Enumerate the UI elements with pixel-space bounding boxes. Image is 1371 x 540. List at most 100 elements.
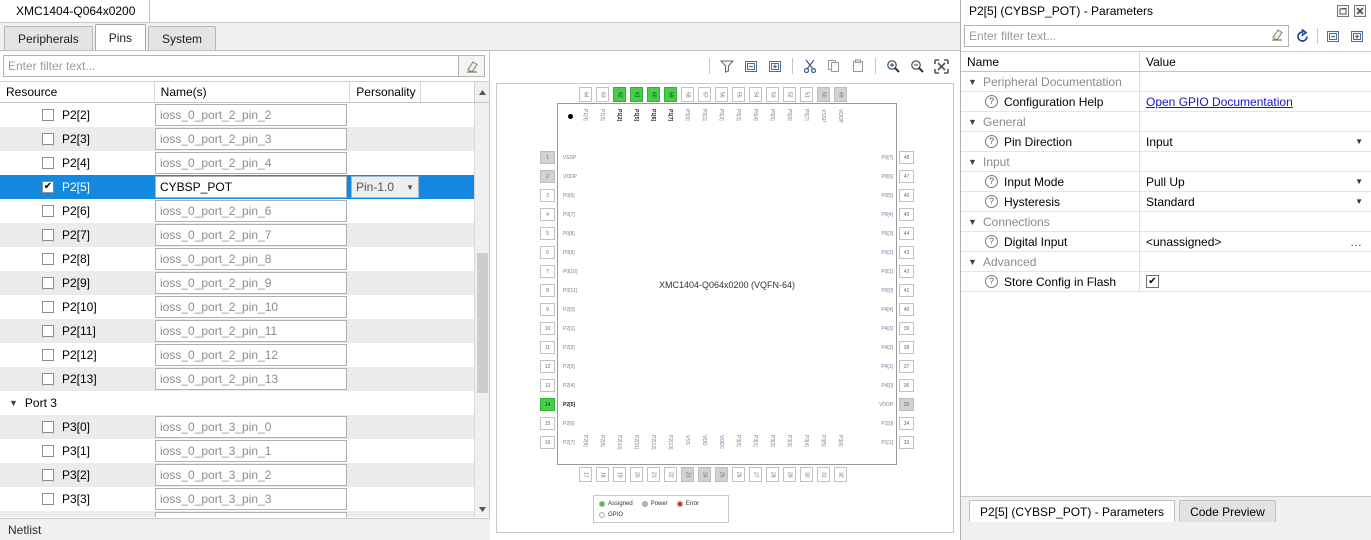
column-header-personality[interactable]: Personality bbox=[350, 82, 422, 102]
chip-pad-top-55[interactable]: 55 bbox=[732, 87, 745, 102]
chip-pad-bottom-30[interactable]: 30 bbox=[800, 467, 813, 482]
chip-pad-left-11[interactable]: 11 bbox=[540, 341, 555, 354]
pin-enable-checkbox[interactable] bbox=[42, 469, 54, 481]
chevron-down-icon[interactable]: ▼ bbox=[968, 217, 978, 227]
chip-diagram[interactable]: XMC1404-Q064x0200 (VQFN-64) 1 VSSP 2 VDDP 3 P… bbox=[496, 83, 954, 533]
parameter-row[interactable]: ? Digital Input <unassigned>… bbox=[961, 232, 1371, 252]
chip-pad-right-37[interactable]: 37 bbox=[899, 360, 914, 373]
parameter-row[interactable]: ? Configuration Help Open GPIO Documentati… bbox=[961, 92, 1371, 112]
zoom-in-icon[interactable] bbox=[882, 55, 904, 77]
parameter-connection[interactable]: <unassigned>… bbox=[1146, 235, 1371, 249]
tab-peripherals[interactable]: Peripherals bbox=[4, 26, 93, 50]
chip-pad-left-15[interactable]: 15 bbox=[540, 417, 555, 430]
table-row[interactable]: P2[3] ioss_0_port_2_pin_3 bbox=[0, 127, 475, 151]
chip-pad-bottom-24[interactable]: 24 bbox=[698, 467, 711, 482]
copy-icon[interactable] bbox=[823, 55, 845, 77]
chevron-down-icon[interactable]: ▼ bbox=[968, 77, 978, 87]
chip-pad-left-9[interactable]: 9 bbox=[540, 303, 555, 316]
column-header-value[interactable]: Value bbox=[1140, 52, 1371, 71]
table-row[interactable]: P2[2] ioss_0_port_2_pin_2 bbox=[0, 103, 475, 127]
table-row[interactable]: P3[1] ioss_0_port_3_pin_1 bbox=[0, 439, 475, 463]
chip-pad-bottom-23[interactable]: 23 bbox=[681, 467, 694, 482]
chip-pad-right-44[interactable]: 44 bbox=[899, 227, 914, 240]
expand-all-icon[interactable] bbox=[764, 55, 786, 77]
chip-pad-right-36[interactable]: 36 bbox=[899, 379, 914, 392]
fit-to-window-icon[interactable] bbox=[930, 55, 952, 77]
pin-name-input[interactable]: ioss_0_port_2_pin_6 bbox=[155, 200, 347, 222]
pin-name-input[interactable]: ioss_0_port_3_pin_2 bbox=[155, 464, 347, 486]
chip-pad-top-59[interactable]: 59 bbox=[664, 87, 677, 102]
tab-system[interactable]: System bbox=[148, 26, 217, 50]
parameter-row[interactable]: ? Pin Direction Input ▼ bbox=[961, 132, 1371, 152]
parameter-group-row[interactable]: ▼ Input bbox=[961, 152, 1371, 172]
chip-pad-left-8[interactable]: 8 bbox=[540, 284, 555, 297]
chip-pad-left-16[interactable]: 16 bbox=[540, 436, 555, 449]
chip-pad-top-63[interactable]: 63 bbox=[596, 87, 609, 102]
pin-enable-checkbox[interactable] bbox=[42, 349, 54, 361]
table-row[interactable]: P3[3] ioss_0_port_3_pin_3 bbox=[0, 487, 475, 511]
chip-pad-bottom-32[interactable]: 32 bbox=[834, 467, 847, 482]
pin-enable-checkbox[interactable] bbox=[42, 133, 54, 145]
chip-pad-bottom-18[interactable]: 18 bbox=[596, 467, 609, 482]
chip-pad-left-6[interactable]: 6 bbox=[540, 246, 555, 259]
table-row[interactable]: P2[4] ioss_0_port_2_pin_4 bbox=[0, 151, 475, 175]
chevron-down-icon[interactable]: ▼ bbox=[406, 183, 414, 192]
tab-parameters[interactable]: P2[5] (CYBSP_POT) - Parameters bbox=[969, 500, 1176, 522]
eraser-icon[interactable] bbox=[459, 55, 485, 77]
pin-name-input[interactable]: ioss_0_port_2_pin_7 bbox=[155, 224, 347, 246]
pin-name-input[interactable]: ioss_0_port_2_pin_3 bbox=[155, 128, 347, 150]
pin-enable-checkbox[interactable] bbox=[42, 421, 54, 433]
pin-enable-checkbox[interactable]: ✔ bbox=[42, 181, 54, 193]
eraser-icon[interactable] bbox=[1270, 28, 1284, 44]
document-tab[interactable]: XMC1404-Q064x0200 bbox=[0, 0, 151, 22]
chip-pad-top-54[interactable]: 54 bbox=[749, 87, 762, 102]
chevron-down-icon[interactable]: ▼ bbox=[9, 398, 18, 408]
pin-name-input[interactable]: ioss_0_port_3_pin_1 bbox=[155, 440, 347, 462]
pin-name-input[interactable]: ioss_0_port_2_pin_12 bbox=[155, 344, 347, 366]
column-header-names[interactable]: Name(s) bbox=[155, 82, 351, 102]
chip-pad-bottom-22[interactable]: 22 bbox=[664, 467, 677, 482]
chip-pad-top-49[interactable]: 49 bbox=[834, 87, 847, 102]
scroll-up-button[interactable] bbox=[474, 82, 489, 102]
parameter-dropdown[interactable]: Input ▼ bbox=[1146, 135, 1371, 149]
pin-enable-checkbox[interactable] bbox=[42, 373, 54, 385]
table-row[interactable]: P2[6] ioss_0_port_2_pin_6 bbox=[0, 199, 475, 223]
pin-name-input[interactable]: ioss_0_port_2_pin_9 bbox=[155, 272, 347, 294]
table-row[interactable]: P2[10] ioss_0_port_2_pin_10 bbox=[0, 295, 475, 319]
chevron-down-icon[interactable]: ▼ bbox=[968, 117, 978, 127]
chip-pad-left-5[interactable]: 5 bbox=[540, 227, 555, 240]
refresh-icon[interactable] bbox=[1291, 25, 1313, 47]
parameters-filter-input[interactable]: Enter filter text... bbox=[964, 25, 1289, 47]
chip-pad-right-40[interactable]: 40 bbox=[899, 303, 914, 316]
help-icon[interactable]: ? bbox=[985, 95, 998, 108]
help-icon[interactable]: ? bbox=[985, 275, 998, 288]
table-row[interactable]: P2[13] ioss_0_port_2_pin_13 bbox=[0, 367, 475, 391]
scroll-down-button[interactable] bbox=[475, 502, 489, 517]
chip-pad-right-38[interactable]: 38 bbox=[899, 341, 914, 354]
pins-filter-input[interactable]: Enter filter text... bbox=[3, 55, 459, 77]
table-row[interactable]: P3[2] ioss_0_port_3_pin_2 bbox=[0, 463, 475, 487]
chip-pad-left-2[interactable]: 2 bbox=[540, 170, 555, 183]
chip-pad-top-60[interactable]: 60 bbox=[647, 87, 660, 102]
pin-name-input[interactable]: CYBSP_POT bbox=[155, 176, 347, 198]
pin-enable-checkbox[interactable] bbox=[42, 301, 54, 313]
chip-pad-top-51[interactable]: 51 bbox=[800, 87, 813, 102]
chip-pad-left-13[interactable]: 13 bbox=[540, 379, 555, 392]
pin-name-input[interactable]: ioss_0_port_2_pin_13 bbox=[155, 368, 347, 390]
chip-pad-top-61[interactable]: 61 bbox=[630, 87, 643, 102]
chip-pad-bottom-20[interactable]: 20 bbox=[630, 467, 643, 482]
netlist-tab[interactable]: Netlist bbox=[0, 518, 490, 540]
paste-icon[interactable] bbox=[847, 55, 869, 77]
table-row[interactable]: P2[8] ioss_0_port_2_pin_8 bbox=[0, 247, 475, 271]
table-group-row[interactable]: ▼ Port 3 bbox=[0, 391, 475, 415]
table-row[interactable]: P2[11] ioss_0_port_2_pin_11 bbox=[0, 319, 475, 343]
chip-pad-top-56[interactable]: 56 bbox=[715, 87, 728, 102]
chip-pad-bottom-25[interactable]: 25 bbox=[715, 467, 728, 482]
ellipsis-icon[interactable]: … bbox=[1350, 235, 1363, 249]
chip-pad-right-45[interactable]: 45 bbox=[899, 208, 914, 221]
chip-pad-bottom-27[interactable]: 27 bbox=[749, 467, 762, 482]
column-header-extra[interactable] bbox=[421, 82, 474, 102]
help-icon[interactable]: ? bbox=[985, 195, 998, 208]
chip-pad-left-7[interactable]: 7 bbox=[540, 265, 555, 278]
chip-pad-top-57[interactable]: 57 bbox=[698, 87, 711, 102]
